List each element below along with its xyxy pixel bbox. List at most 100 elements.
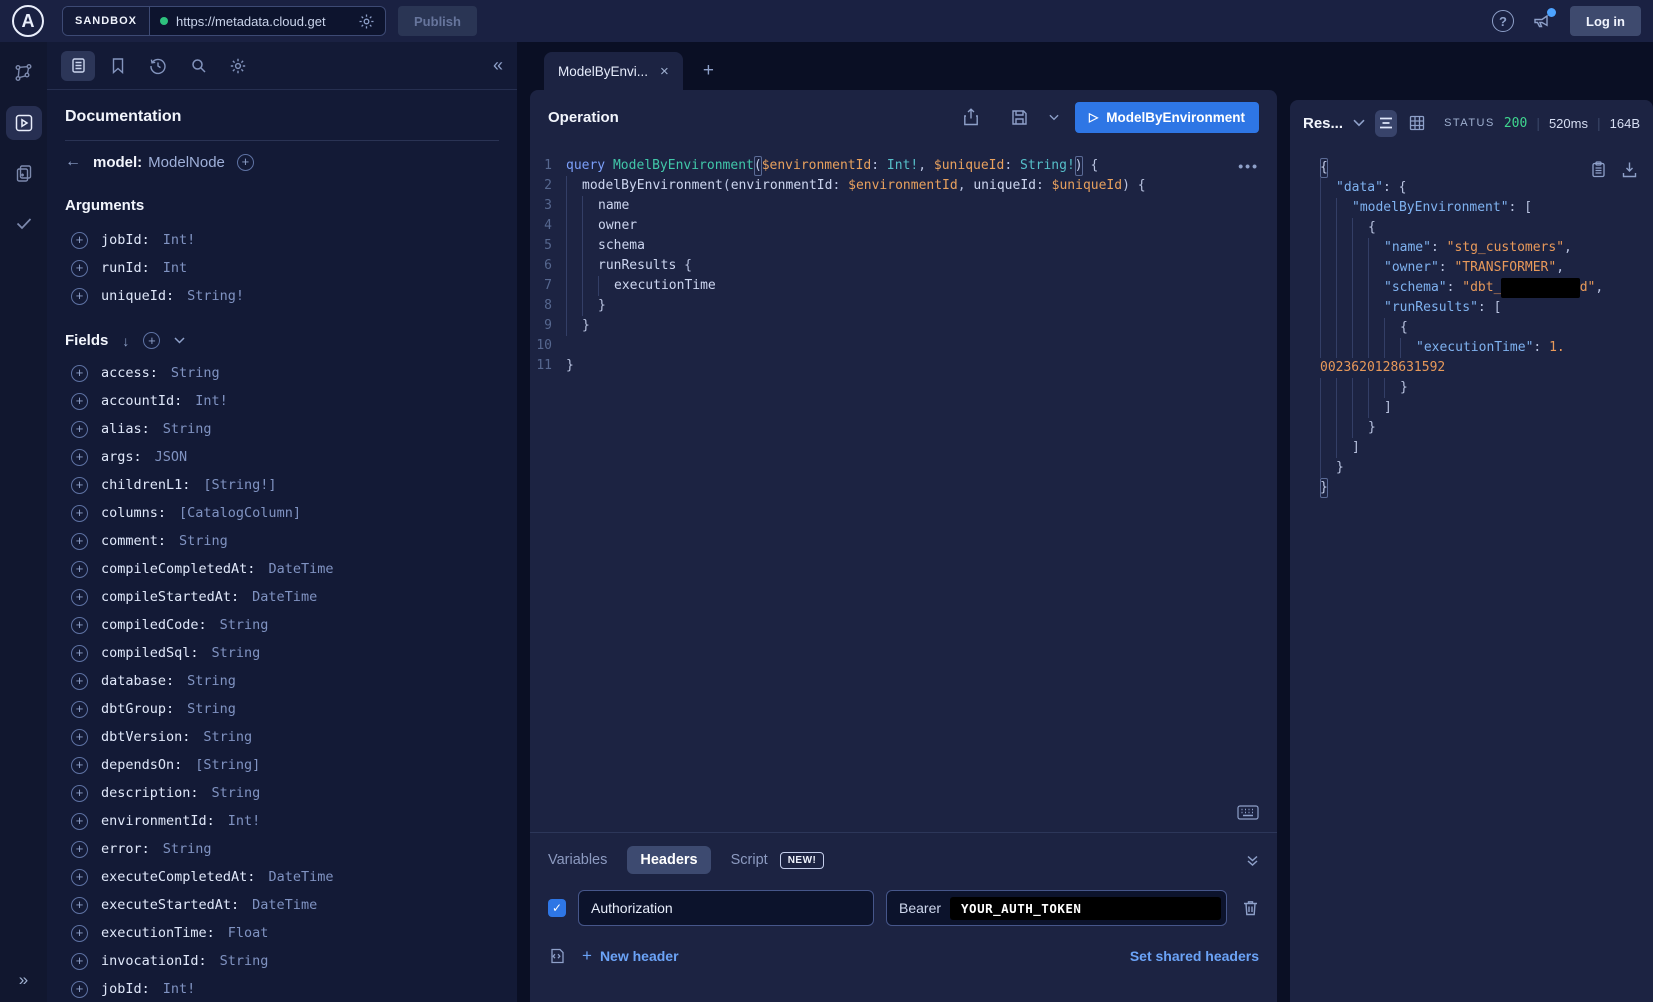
back-arrow-icon[interactable]: ← (65, 153, 81, 171)
field-name[interactable]: uniqueId: (101, 288, 174, 304)
run-operation-button[interactable]: ▷ ModelByEnvironment (1075, 102, 1259, 133)
field-name[interactable]: database: (101, 673, 174, 689)
announcements-megaphone-icon[interactable] (1532, 12, 1552, 30)
sidebar-item-explorer[interactable] (6, 106, 42, 140)
field-name[interactable]: dbtGroup: (101, 701, 174, 717)
delete-header-trash-icon[interactable] (1242, 899, 1259, 917)
add-field-to-query-icon[interactable] (71, 288, 88, 305)
add-field-to-query-icon[interactable] (71, 505, 88, 522)
field-name[interactable]: dbtVersion: (101, 729, 190, 745)
field-type[interactable]: JSON (155, 449, 188, 465)
endpoint-url-box[interactable]: https://metadata.cloud.get (150, 7, 385, 35)
field-type[interactable]: DateTime (268, 869, 333, 885)
field-type[interactable]: String (163, 421, 212, 437)
add-field-to-query-icon[interactable] (71, 869, 88, 886)
documentation-tab-icon[interactable] (61, 51, 95, 81)
add-field-to-query-icon[interactable] (71, 561, 88, 578)
field-type[interactable]: String (187, 701, 236, 717)
chevron-down-icon[interactable] (174, 337, 185, 344)
field-name[interactable]: jobId: (101, 232, 150, 248)
sidebar-item-checks[interactable] (6, 206, 42, 240)
save-options-chevron-icon[interactable] (1049, 114, 1059, 121)
editor-menu-kebab-icon[interactable]: ••• (1238, 158, 1259, 174)
add-field-to-query-icon[interactable] (71, 232, 88, 249)
field-type[interactable]: String (179, 533, 228, 549)
field-type[interactable]: [CatalogColumn] (179, 505, 301, 521)
field-type[interactable]: Float (228, 925, 269, 941)
add-field-to-query-icon[interactable] (71, 897, 88, 914)
endpoint-url-input[interactable]: https://metadata.cloud.get (176, 14, 350, 29)
field-type[interactable]: Int (163, 260, 187, 276)
field-type[interactable]: String (187, 673, 236, 689)
field-name[interactable]: accountId: (101, 393, 182, 409)
add-field-to-query-icon[interactable] (71, 757, 88, 774)
field-name[interactable]: compiledCode: (101, 617, 207, 633)
field-type[interactable]: DateTime (268, 561, 333, 577)
field-type[interactable]: String (203, 729, 252, 745)
add-field-to-query-icon[interactable] (71, 701, 88, 718)
add-field-to-query-icon[interactable] (71, 785, 88, 802)
graphql-editor[interactable]: 1query ModelByEnvironment($environmentId… (530, 144, 1277, 832)
field-type[interactable]: DateTime (252, 897, 317, 913)
tab-variables[interactable]: Variables (548, 852, 607, 868)
field-type[interactable]: Int! (195, 393, 228, 409)
tab-headers[interactable]: Headers (627, 846, 710, 874)
auth-token-placeholder[interactable]: YOUR_AUTH_TOKEN (950, 897, 1221, 920)
tab-script[interactable]: Script (731, 852, 768, 868)
header-enabled-checkbox[interactable]: ✓ (548, 899, 566, 917)
field-name[interactable]: executionTime: (101, 925, 215, 941)
field-name[interactable]: columns: (101, 505, 166, 521)
add-field-to-query-icon[interactable] (71, 260, 88, 277)
add-field-to-query-icon[interactable] (71, 981, 88, 998)
table-view-toggle-icon[interactable] (1407, 110, 1429, 137)
response-dropdown-chevron-icon[interactable] (1353, 119, 1365, 127)
login-button[interactable]: Log in (1570, 6, 1641, 36)
add-field-to-query-icon[interactable] (237, 154, 254, 171)
field-name[interactable]: comment: (101, 533, 166, 549)
collapse-section-double-chevron-icon[interactable] (1246, 854, 1259, 867)
breadcrumb-type-name[interactable]: ModelNode (148, 154, 225, 171)
explorer-settings-gear-icon[interactable] (221, 51, 255, 81)
search-icon[interactable] (181, 51, 215, 81)
field-type[interactable]: Int! (163, 981, 196, 997)
set-shared-headers-button[interactable]: Set shared headers (1130, 948, 1259, 964)
field-type[interactable]: String (220, 953, 269, 969)
add-field-to-query-icon[interactable] (71, 841, 88, 858)
field-type[interactable]: Int! (163, 232, 196, 248)
download-response-icon[interactable] (1622, 161, 1637, 178)
field-name[interactable]: compileCompletedAt: (101, 561, 255, 577)
add-field-to-query-icon[interactable] (71, 533, 88, 550)
history-tab-icon[interactable] (141, 51, 175, 81)
keyboard-shortcuts-icon[interactable] (1237, 805, 1259, 820)
field-name[interactable]: alias: (101, 421, 150, 437)
add-field-to-query-icon[interactable] (71, 673, 88, 690)
field-name[interactable]: childrenL1: (101, 477, 190, 493)
field-type[interactable]: String (212, 785, 261, 801)
header-name-input[interactable] (578, 890, 874, 926)
field-type[interactable]: String (220, 617, 269, 633)
field-name[interactable]: compileStartedAt: (101, 589, 239, 605)
sort-fields-icon[interactable]: ↓ (122, 333, 129, 349)
add-all-fields-icon[interactable] (143, 332, 160, 349)
add-field-to-query-icon[interactable] (71, 953, 88, 970)
add-field-to-query-icon[interactable] (71, 477, 88, 494)
field-name[interactable]: dependsOn: (101, 757, 182, 773)
field-name[interactable]: runId: (101, 260, 150, 276)
sidebar-item-operation-collections[interactable] (6, 156, 42, 190)
field-type[interactable]: String (163, 841, 212, 857)
new-header-button[interactable]: + New header (582, 946, 679, 966)
field-name[interactable]: executeStartedAt: (101, 897, 239, 913)
save-operation-icon[interactable] (1011, 109, 1028, 126)
collapse-docs-panel-icon[interactable]: « (493, 55, 503, 76)
close-tab-icon[interactable]: × (660, 63, 669, 80)
edit-headers-as-json-icon[interactable] (548, 947, 566, 965)
field-name[interactable]: jobId: (101, 981, 150, 997)
field-type[interactable]: Int! (228, 813, 261, 829)
add-field-to-query-icon[interactable] (71, 449, 88, 466)
field-name[interactable]: invocationId: (101, 953, 207, 969)
publish-button[interactable]: Publish (398, 6, 477, 36)
field-name[interactable]: environmentId: (101, 813, 215, 829)
tree-view-toggle-icon[interactable] (1375, 110, 1397, 137)
field-type[interactable]: String! (187, 288, 244, 304)
add-field-to-query-icon[interactable] (71, 813, 88, 830)
